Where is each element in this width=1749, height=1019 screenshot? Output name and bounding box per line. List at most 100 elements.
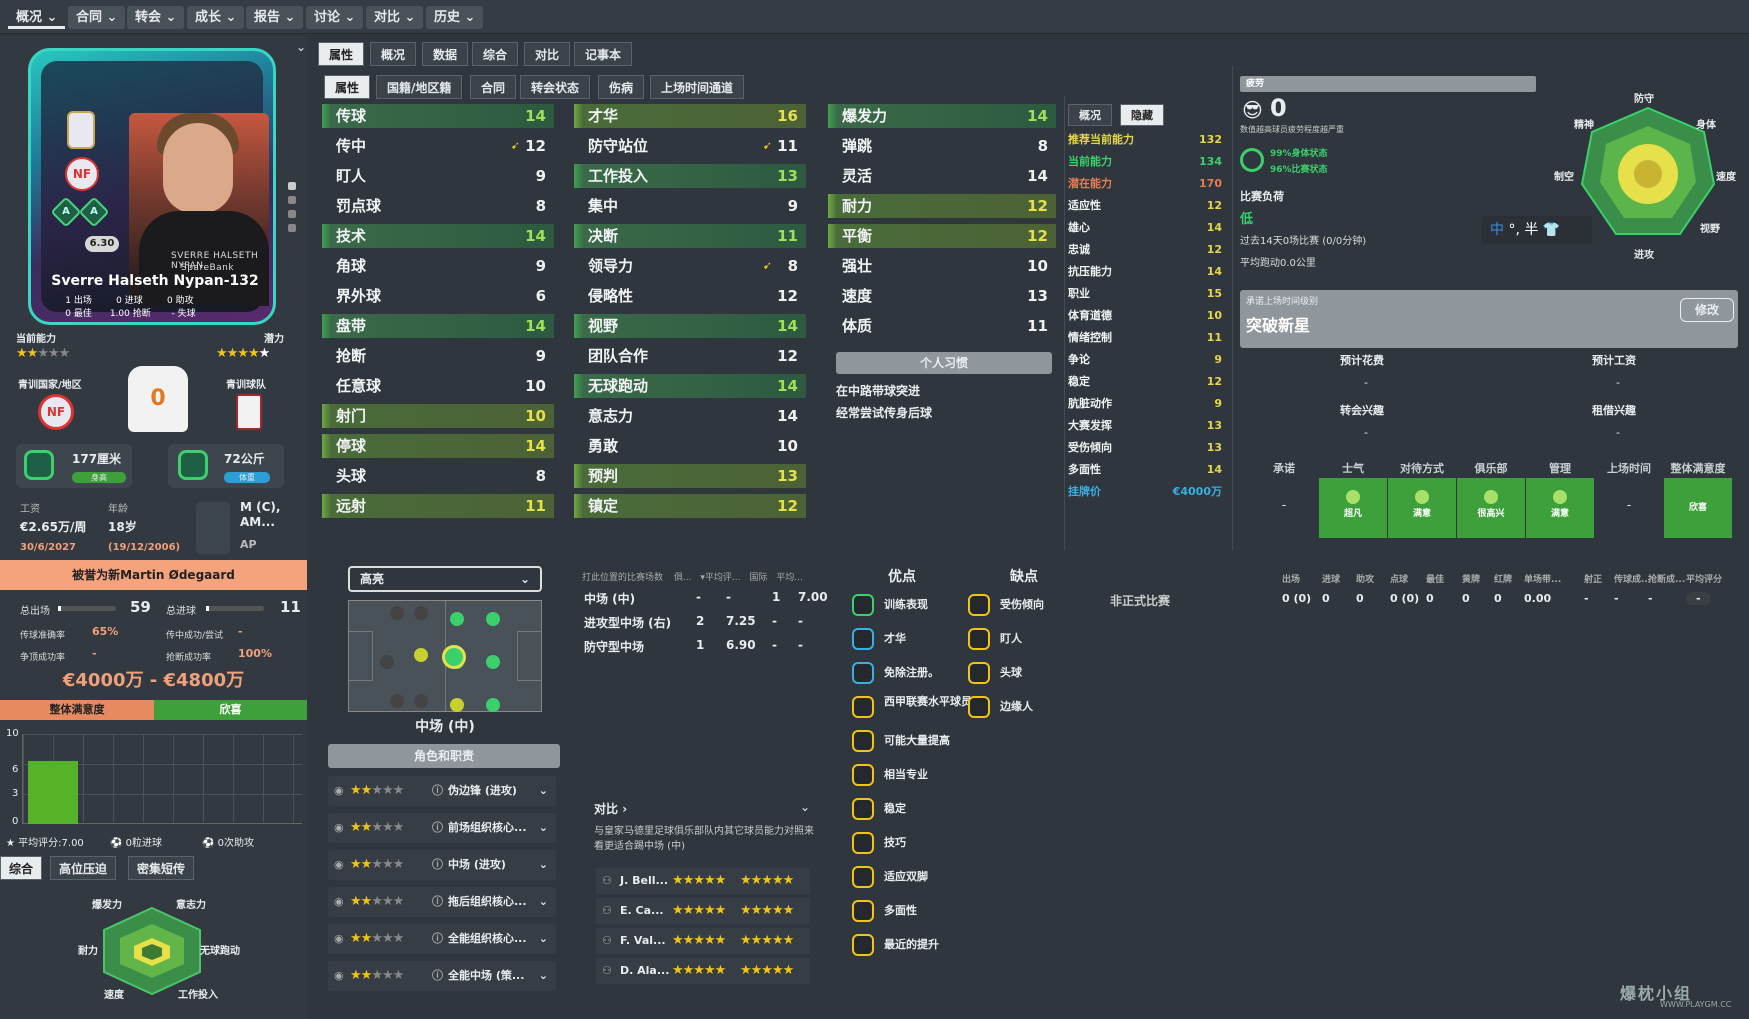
chevron-down-icon[interactable]: ⌄ — [539, 813, 548, 843]
attribute-row[interactable]: 决断 11 — [574, 224, 806, 248]
subtab-attributes[interactable]: 属性 — [324, 75, 371, 99]
chevron-down-icon[interactable]: ⌄ — [539, 887, 548, 917]
con-item[interactable]: 头球 — [968, 662, 1068, 684]
pro-item[interactable]: 可能大量提高 — [852, 730, 972, 752]
pro-item[interactable]: 适应双脚 — [852, 866, 972, 888]
attribute-row[interactable]: 传球 14 — [322, 104, 554, 128]
attribute-row[interactable]: 灵活 14 — [828, 164, 1056, 188]
pitch-position-dot[interactable] — [486, 612, 500, 626]
attribute-row[interactable]: 射门 10 — [322, 404, 554, 428]
pitch-position-dot[interactable] — [486, 655, 500, 669]
info-icon[interactable]: ⓘ — [432, 776, 443, 806]
attribute-row[interactable]: 任意球 10 — [322, 374, 554, 398]
attribute-row[interactable]: 预判 13 — [574, 464, 806, 488]
role-row[interactable]: ◉ ★★★★★ ⓘ 全能中场 (策... ⌄ — [328, 961, 556, 991]
attribute-row[interactable]: 强壮 10 — [828, 254, 1056, 278]
nav-contract[interactable]: 合同 ⌄ — [68, 6, 126, 29]
edit-button[interactable]: 修改 — [1680, 298, 1734, 322]
radio-icon[interactable]: ◉ — [334, 887, 344, 917]
subtab-contract[interactable]: 合同 — [470, 75, 517, 99]
attribute-row[interactable]: 平衡 12 — [828, 224, 1056, 248]
attribute-row[interactable]: 视野 14 — [574, 314, 806, 338]
compare-player-row[interactable]: ⚇ F. Val... ★★★★★ ★★★★★ — [596, 928, 810, 954]
attribute-row[interactable]: 盘带 14 — [322, 314, 554, 338]
subtab-transfer-status[interactable]: 转会状态 — [520, 75, 591, 99]
nav-transfer[interactable]: 转会 ⌄ — [127, 6, 185, 29]
nav-overview[interactable]: 概况 ⌄ — [8, 6, 66, 29]
pitch-position-dot[interactable] — [450, 612, 464, 626]
role-row[interactable]: ◉ ★★★★★ ⓘ 前场组织核心... ⌄ — [328, 813, 556, 843]
pitch-position-dot[interactable] — [390, 694, 404, 708]
selected-position-dot[interactable] — [442, 645, 466, 669]
con-item[interactable]: 边缘人 — [968, 696, 1068, 718]
compare-player-row[interactable]: ⚇ E. Ca... ★★★★★ ★★★★★ — [596, 898, 810, 924]
nav-report[interactable]: 报告 ⌄ — [246, 6, 304, 29]
card-page-dot[interactable] — [288, 224, 296, 232]
compare-label[interactable]: 对比 › — [594, 800, 627, 817]
pro-item[interactable]: 训练表现 — [852, 594, 972, 616]
pro-item[interactable]: 稳定 — [852, 798, 972, 820]
pitch-position-dot[interactable] — [390, 606, 404, 620]
info-icon[interactable]: ⓘ — [432, 961, 443, 991]
card-page-dot[interactable] — [288, 210, 296, 218]
card-page-dot[interactable] — [288, 196, 296, 204]
pitch-position-dot[interactable] — [450, 698, 464, 712]
attribute-row[interactable]: 技术 14 — [322, 224, 554, 248]
card-page-dot[interactable] — [288, 182, 296, 190]
compare-chevron-icon[interactable]: ⌄ — [800, 800, 810, 814]
pro-item[interactable]: 才华 — [852, 628, 972, 650]
role-row[interactable]: ◉ ★★★★★ ⓘ 伪边锋 (进攻) ⌄ — [328, 776, 556, 806]
chevron-down-icon[interactable]: ⌄ — [539, 961, 548, 991]
radio-icon[interactable]: ◉ — [334, 924, 344, 954]
compare-player-row[interactable]: ⚇ J. Bell... ★★★★★ ★★★★★ — [596, 868, 810, 894]
attribute-row[interactable]: 意志力 14 — [574, 404, 806, 428]
attribute-row[interactable]: 侵略性 12 — [574, 284, 806, 308]
nav-discuss[interactable]: 讨论 ⌄ — [306, 6, 364, 29]
attribute-row[interactable]: 工作投入 13 — [574, 164, 806, 188]
attribute-row[interactable]: 无球跑动 14 — [574, 374, 806, 398]
radio-icon[interactable]: ◉ — [334, 850, 344, 880]
attribute-row[interactable]: 弹跳 8 — [828, 134, 1056, 158]
pro-item[interactable]: 技巧 — [852, 832, 972, 854]
tab-hidden-overview[interactable]: 概况 — [1068, 104, 1112, 126]
attribute-row[interactable]: 角球 9 — [322, 254, 554, 278]
attribute-row[interactable]: 抢断 9 — [322, 344, 554, 368]
role-row[interactable]: ◉ ★★★★★ ⓘ 中场 (进攻) ⌄ — [328, 850, 556, 880]
con-item[interactable]: 盯人 — [968, 628, 1068, 650]
radio-icon[interactable]: ◉ — [334, 813, 344, 843]
pitch-position-dot[interactable] — [414, 694, 428, 708]
subtab-playtime[interactable]: 上场时间通道 — [650, 75, 745, 99]
attribute-row[interactable]: 防守站位 ➹ 11 — [574, 134, 806, 158]
attribute-row[interactable]: 镇定 12 — [574, 494, 806, 518]
pro-item[interactable]: 多面性 — [852, 900, 972, 922]
role-row[interactable]: ◉ ★★★★★ ⓘ 全能组织核心... ⌄ — [328, 924, 556, 954]
info-icon[interactable]: ⓘ — [432, 850, 443, 880]
subtab-injury[interactable]: 伤病 — [598, 75, 645, 99]
attribute-row[interactable]: 罚点球 8 — [322, 194, 554, 218]
attribute-row[interactable]: 盯人 9 — [322, 164, 554, 188]
attribute-row[interactable]: 体质 11 — [828, 314, 1056, 338]
subtab-nationality[interactable]: 国籍/地区籍 — [376, 75, 463, 99]
pitch-position-dot[interactable] — [414, 606, 428, 620]
ime-toolbar[interactable]: 中 °, 半 👕 — [1482, 216, 1592, 244]
pitch-position-dot[interactable] — [380, 655, 394, 669]
collapse-chevron-icon[interactable]: ⌄ — [296, 40, 306, 54]
attribute-row[interactable]: 勇敢 10 — [574, 434, 806, 458]
info-icon[interactable]: ⓘ — [432, 813, 443, 843]
attribute-row[interactable]: 团队合作 12 — [574, 344, 806, 368]
attribute-row[interactable]: 集中 9 — [574, 194, 806, 218]
chevron-down-icon[interactable]: ⌄ — [539, 850, 548, 880]
attribute-row[interactable]: 界外球 6 — [322, 284, 554, 308]
attribute-row[interactable]: 速度 13 — [828, 284, 1056, 308]
attribute-row[interactable]: 传中 ➹ 12 — [322, 134, 554, 158]
tab-notebook[interactable]: 记事本 — [574, 42, 633, 66]
nav-growth[interactable]: 成长 ⌄ — [187, 6, 245, 29]
radio-icon[interactable]: ◉ — [334, 776, 344, 806]
tab-short-pass[interactable]: 密集短传 — [128, 856, 195, 880]
info-icon[interactable]: ⓘ — [432, 887, 443, 917]
pitch-position-dot[interactable] — [414, 648, 428, 662]
chevron-down-icon[interactable]: ⌄ — [539, 776, 548, 806]
attribute-row[interactable]: 远射 11 — [322, 494, 554, 518]
compare-player-row[interactable]: ⚇ D. Ala... ★★★★★ ★★★★★ — [596, 958, 810, 984]
chevron-down-icon[interactable]: ⌄ — [539, 924, 548, 954]
